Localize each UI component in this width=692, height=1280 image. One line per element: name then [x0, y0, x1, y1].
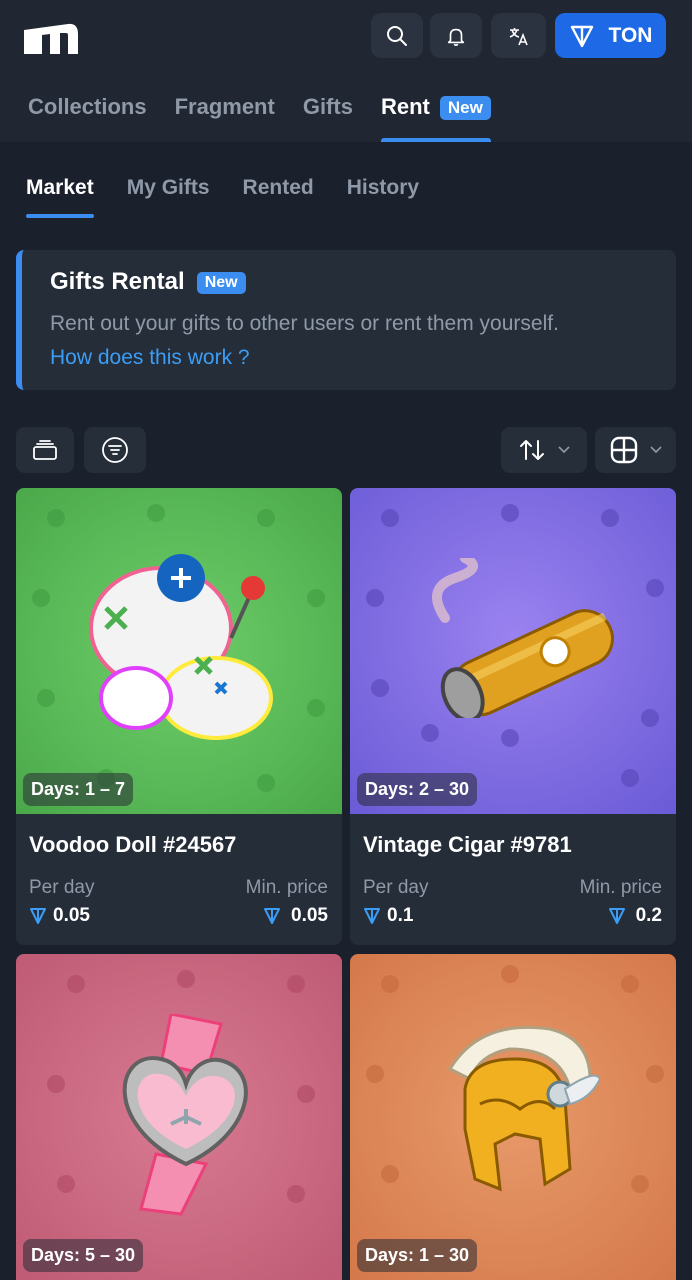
- min-price-label: Min. price: [579, 877, 662, 898]
- filter-button[interactable]: [84, 427, 146, 473]
- banner-title: Gifts Rental: [50, 268, 185, 295]
- subtab-rented[interactable]: Rented: [243, 176, 314, 218]
- gift-image: Days: 5 – 30: [16, 954, 342, 1280]
- bell-icon: [447, 28, 465, 46]
- tab-gifts[interactable]: Gifts: [303, 94, 353, 142]
- language-button[interactable]: [491, 13, 546, 58]
- helmet-icon: [447, 1025, 600, 1192]
- gift-image: Days: 1 – 30: [350, 954, 676, 1280]
- tab-label: Rent: [380, 94, 430, 119]
- rental-days-badge: Days: 5 – 30: [23, 1239, 144, 1272]
- ton-wallet-button[interactable]: TON: [555, 13, 666, 58]
- per-day-price: 0.05: [29, 905, 90, 927]
- gift-name: Vintage Cigar #9781: [363, 832, 572, 857]
- banner-title-row: Gifts Rental New: [50, 268, 246, 296]
- per-day-price: 0.1: [363, 905, 413, 927]
- gift-name: Voodoo Doll #24567: [29, 832, 237, 857]
- subtab-my-gifts[interactable]: My Gifts: [127, 176, 210, 218]
- rental-days-badge: Days: 2 – 30: [357, 773, 478, 806]
- tab-collections[interactable]: Collections: [28, 94, 147, 142]
- ton-icon: [30, 908, 46, 924]
- ton-icon: [608, 908, 625, 924]
- translate-icon: [509, 27, 528, 45]
- tab-label: Fragment: [174, 94, 275, 119]
- app-logo-icon[interactable]: [22, 20, 80, 56]
- min-price-value: 0.2: [635, 905, 662, 926]
- per-day-label: Per day: [29, 877, 95, 898]
- per-day-value: 0.05: [53, 905, 90, 926]
- min-price: 0.05: [263, 905, 328, 927]
- subtab-history[interactable]: History: [347, 176, 419, 218]
- cigar-icon: [432, 558, 614, 718]
- main-tabs: Collections Fragment Gifts Rent New: [28, 94, 519, 142]
- min-price: 0.2: [608, 905, 662, 927]
- rental-info-banner: Gifts Rental New Rent out your gifts to …: [16, 250, 676, 390]
- min-price-label: Min. price: [245, 877, 328, 898]
- gift-image: Days: 2 – 30: [350, 488, 676, 814]
- heart-watch-icon: [122, 1014, 248, 1216]
- notifications-button[interactable]: [430, 13, 482, 58]
- search-icon: [387, 25, 407, 46]
- ton-icon: [570, 25, 593, 47]
- subtab-market[interactable]: Market: [26, 176, 94, 218]
- ton-icon: [364, 908, 380, 924]
- tab-label: Gifts: [302, 94, 353, 119]
- rent-subtabs: Market My Gifts Rented History: [26, 176, 452, 218]
- tab-label: Collections: [28, 94, 147, 119]
- how-it-works-link[interactable]: How does this work ?: [50, 346, 250, 370]
- banner-new-badge: New: [196, 272, 246, 294]
- gift-card[interactable]: Days: 1 – 30: [350, 954, 676, 1280]
- rental-days-badge: Days: 1 – 7: [23, 773, 134, 806]
- new-badge: New: [439, 96, 491, 120]
- search-button[interactable]: [371, 13, 423, 58]
- rental-days-badge: Days: 1 – 30: [357, 1239, 478, 1272]
- app-header: TON Collections Fragment Gifts Rent New: [0, 0, 692, 142]
- gift-card[interactable]: Days: 5 – 30: [16, 954, 342, 1280]
- filter-icon: [102, 437, 128, 463]
- ton-label: TON: [608, 23, 653, 47]
- collections-filter-button[interactable]: [16, 427, 74, 473]
- sort-icon: [520, 440, 544, 460]
- gift-image: Days: 1 – 7: [16, 488, 342, 814]
- grid-icon: [610, 436, 637, 464]
- banner-description: Rent out your gifts to other users or re…: [50, 312, 559, 335]
- ton-icon: [264, 908, 281, 924]
- stack-icon: [33, 440, 57, 460]
- gift-card[interactable]: Days: 1 – 7 Voodoo Doll #24567 Per day M…: [16, 488, 342, 945]
- voodoo-doll-icon: [89, 554, 273, 740]
- tab-rent[interactable]: Rent New: [380, 94, 491, 142]
- min-price-value: 0.05: [291, 905, 328, 926]
- view-mode-button[interactable]: [595, 427, 676, 473]
- per-day-value: 0.1: [387, 905, 414, 926]
- sort-button[interactable]: [501, 427, 587, 473]
- tab-fragment[interactable]: Fragment: [175, 94, 275, 142]
- chevron-down-icon: [558, 446, 570, 454]
- per-day-label: Per day: [363, 877, 429, 898]
- chevron-down-icon: [649, 446, 662, 454]
- gift-card[interactable]: Days: 2 – 30 Vintage Cigar #9781 Per day…: [350, 488, 676, 945]
